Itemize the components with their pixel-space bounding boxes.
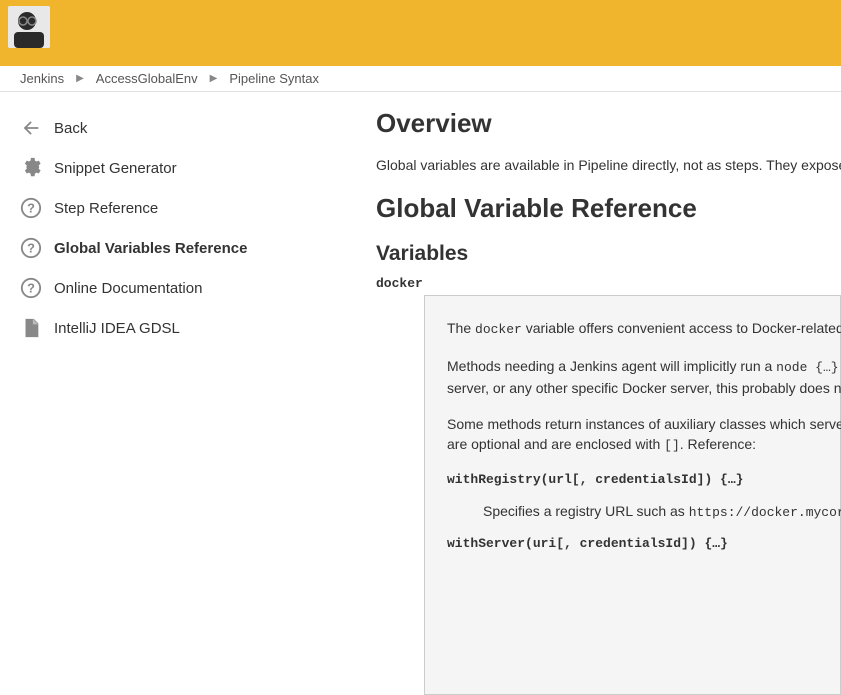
sidebar: Back Snippet Generator ? Step Reference … xyxy=(0,92,376,695)
breadcrumb-pipeline-syntax[interactable]: Pipeline Syntax xyxy=(229,71,319,86)
sidebar-item-label: Global Variables Reference xyxy=(54,240,247,257)
sidebar-item-snippet-generator[interactable]: Snippet Generator xyxy=(0,148,376,188)
breadcrumb: Jenkins ▶ AccessGlobalEnv ▶ Pipeline Syn… xyxy=(0,66,841,92)
method-withregistry: withRegistry(url[, credentialsId]) {…} xyxy=(447,472,818,487)
help-icon: ? xyxy=(20,237,42,259)
docker-documentation: The docker variable offers convenient ac… xyxy=(424,295,841,695)
docker-doc-p3: Some methods return instances of auxilia… xyxy=(447,414,818,456)
svg-text:?: ? xyxy=(27,241,35,256)
method-withregistry-desc: Specifies a registry URL such as https:/… xyxy=(483,503,818,520)
breadcrumb-job[interactable]: AccessGlobalEnv xyxy=(96,71,198,86)
svg-text:?: ? xyxy=(27,281,35,296)
breadcrumb-jenkins[interactable]: Jenkins xyxy=(20,71,64,86)
header xyxy=(0,0,841,66)
sidebar-item-label: Back xyxy=(54,120,87,137)
help-icon: ? xyxy=(20,197,42,219)
arrow-left-icon xyxy=(20,117,42,139)
method-withserver: withServer(uri[, credentialsId]) {…} xyxy=(447,536,818,551)
avatar[interactable] xyxy=(8,6,50,48)
main-content: Overview Global variables are available … xyxy=(376,92,841,695)
variables-heading: Variables xyxy=(376,242,841,266)
document-icon xyxy=(20,317,42,339)
overview-heading: Overview xyxy=(376,108,841,139)
sidebar-item-label: Online Documentation xyxy=(54,280,202,297)
sidebar-item-intellij-gdsl[interactable]: IntelliJ IDEA GDSL xyxy=(0,308,376,348)
sidebar-item-label: Step Reference xyxy=(54,200,158,217)
chevron-right-icon: ▶ xyxy=(76,73,84,84)
overview-text: Global variables are available in Pipeli… xyxy=(376,157,841,173)
docker-doc-p1: The docker variable offers convenient ac… xyxy=(447,318,818,340)
sidebar-item-online-documentation[interactable]: ? Online Documentation xyxy=(0,268,376,308)
sidebar-item-step-reference[interactable]: ? Step Reference xyxy=(0,188,376,228)
chevron-right-icon: ▶ xyxy=(210,73,218,84)
sidebar-item-label: IntelliJ IDEA GDSL xyxy=(54,320,180,337)
reference-heading: Global Variable Reference xyxy=(376,193,841,224)
sidebar-item-global-variables-reference[interactable]: ? Global Variables Reference xyxy=(0,228,376,268)
help-icon: ? xyxy=(20,277,42,299)
docker-doc-p2: Methods needing a Jenkins agent will imp… xyxy=(447,356,818,398)
variable-docker: docker xyxy=(376,276,841,291)
sidebar-item-back[interactable]: Back xyxy=(0,108,376,148)
svg-text:?: ? xyxy=(27,201,35,216)
gear-icon xyxy=(20,157,42,179)
sidebar-item-label: Snippet Generator xyxy=(54,160,177,177)
